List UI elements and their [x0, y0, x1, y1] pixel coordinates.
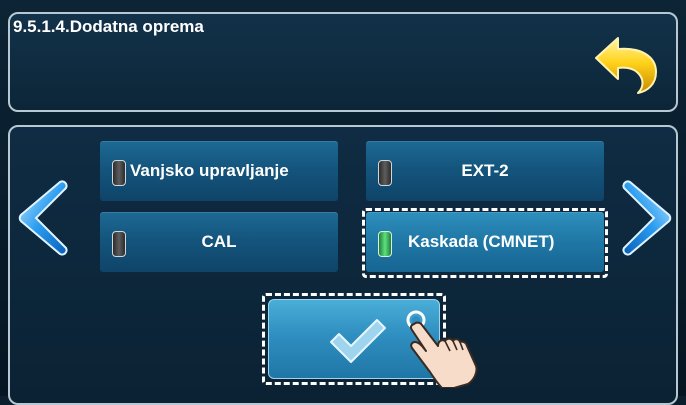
option-label: EXT-2: [461, 161, 509, 180]
option-label: Kaskada (CMNET): [408, 232, 555, 251]
option-vanjsko-upravljanje[interactable]: Vanjsko upravljanje: [100, 141, 338, 201]
status-led-on: [378, 231, 392, 257]
previous-page-button[interactable]: [14, 178, 70, 258]
option-label: CAL: [201, 232, 237, 251]
status-led: [112, 160, 126, 186]
back-arrow-icon: [595, 37, 657, 94]
next-page-button[interactable]: [620, 178, 676, 258]
option-ext-2[interactable]: EXT-2: [366, 141, 604, 201]
option-label: Vanjsko upravljanje: [130, 161, 289, 180]
header-panel: 9.5.1.4.Dodatna oprema: [8, 12, 678, 112]
chevron-right-icon: [622, 180, 672, 256]
screen: 9.5.1.4.Dodatna oprema Vanjsko upravljan…: [0, 0, 686, 405]
tap-hint: [398, 308, 490, 389]
option-kaskada-cmnet[interactable]: Kaskada (CMNET): [366, 212, 604, 272]
checkmark-icon: [330, 319, 386, 363]
chevron-left-icon: [18, 180, 68, 256]
back-button[interactable]: [592, 32, 660, 96]
option-cal[interactable]: CAL: [100, 212, 338, 272]
tap-hand-icon: [406, 310, 478, 389]
page-title: 9.5.1.4.Dodatna oprema: [13, 17, 204, 36]
